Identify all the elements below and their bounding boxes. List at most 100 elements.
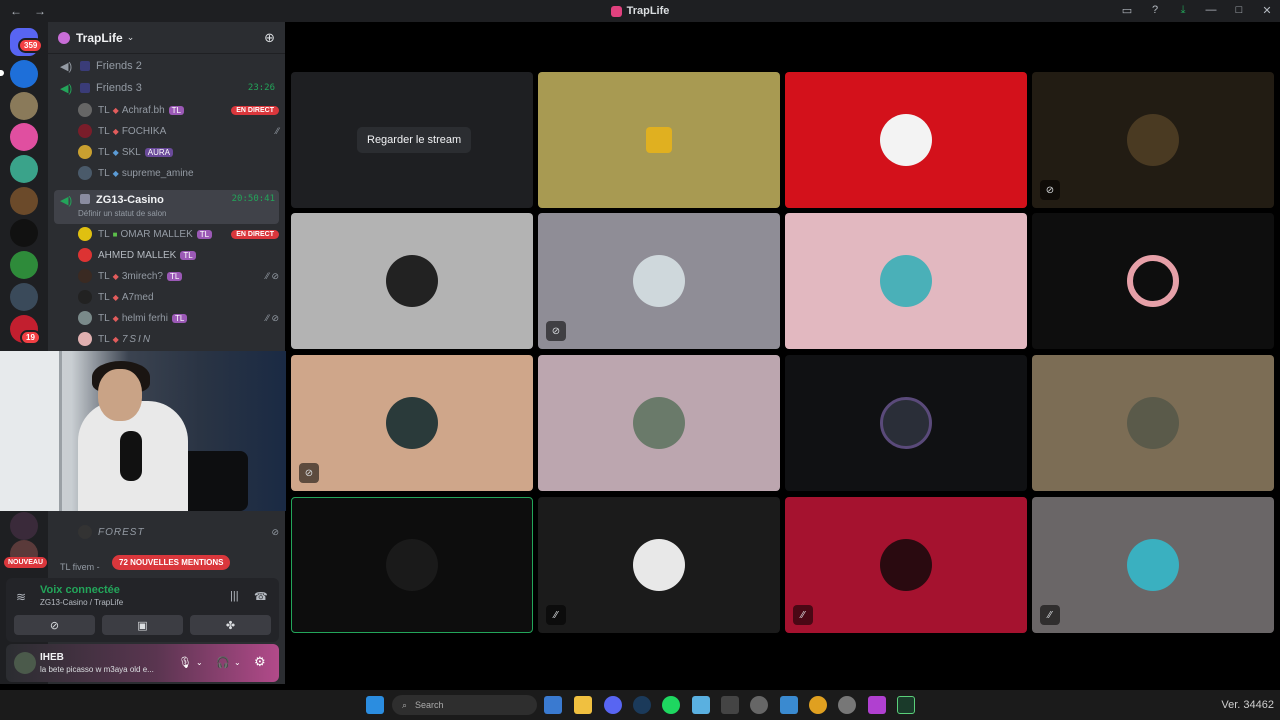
minimize-button[interactable]: —	[1204, 3, 1218, 17]
avatar[interactable]	[14, 652, 36, 674]
voice-user[interactable]: FOREST ⊘	[78, 522, 279, 542]
video-tile[interactable]	[1032, 213, 1274, 349]
voice-user[interactable]: TL ◆ 7SIN	[78, 329, 279, 349]
user-prefix: TL	[98, 228, 110, 240]
spotify-icon[interactable]	[662, 696, 680, 714]
voice-status[interactable]: Voix connectée	[40, 584, 120, 596]
store-icon[interactable]	[544, 696, 562, 714]
video-tile[interactable]	[785, 213, 1027, 349]
settings-icon[interactable]	[838, 696, 856, 714]
signal-icon[interactable]: ≋	[16, 590, 26, 604]
video-tile[interactable]	[538, 72, 780, 208]
chrome-icon[interactable]	[809, 696, 827, 714]
voice-user[interactable]: TL ◆ helmi ferhi TL ⁄⁄ ⊘	[78, 308, 279, 328]
video-tile[interactable]: ⊘	[1032, 72, 1274, 208]
server-icon[interactable]	[10, 92, 38, 120]
video-tile[interactable]	[538, 355, 780, 491]
noise-suppression-icon[interactable]: |||	[230, 590, 239, 602]
avatar	[880, 114, 932, 166]
channel-status[interactable]: Définir un statut de salon	[78, 209, 167, 218]
server-icon[interactable]	[10, 155, 38, 183]
voice-location[interactable]: ZG13-Casino / TrapLife	[40, 598, 123, 607]
server-icon[interactable]	[10, 187, 38, 215]
gaming-chair	[178, 451, 248, 511]
server-header[interactable]: TrapLife ⌄ ⊕	[48, 22, 285, 54]
server-icon[interactable]	[10, 60, 38, 88]
activities-button[interactable]: ✤	[190, 615, 271, 635]
video-tile[interactable]	[1032, 355, 1274, 491]
voice-user[interactable]: TL ◆ A7med	[78, 287, 279, 307]
avatar	[1127, 539, 1179, 591]
server-icon[interactable]	[10, 283, 38, 311]
download-icon[interactable]: ⤓	[1176, 3, 1190, 17]
voice-channel-friends-2[interactable]: ◀) Friends 2	[54, 55, 279, 77]
video-tile[interactable]	[785, 355, 1027, 491]
channel-fivem[interactable]: TL fivem -	[60, 562, 100, 572]
gear-icon[interactable]: ⚙	[254, 654, 266, 670]
user-name: AHMED MALLEK	[98, 249, 177, 261]
live-badge[interactable]: EN DIRECT	[231, 229, 279, 239]
share-screen-button[interactable]: ▣	[102, 615, 183, 635]
app-icon[interactable]	[721, 696, 739, 714]
mentions-pill[interactable]: 72 NOUVELLES MENTIONS	[112, 555, 231, 570]
taskbar-search[interactable]: ⌕ Search	[392, 695, 537, 715]
voice-user[interactable]: TL ◆ Achraf.bh TL EN DIRECT	[78, 100, 279, 120]
notepad-icon[interactable]	[692, 696, 710, 714]
maximize-button[interactable]: □	[1232, 3, 1246, 17]
discord-icon[interactable]	[604, 696, 622, 714]
video-tile[interactable]: ⁄⁄	[1032, 497, 1274, 633]
inbox-icon[interactable]: ▭	[1120, 3, 1134, 17]
voice-user[interactable]: TL ◆ 3mirech? TL ⁄⁄ ⊘	[78, 266, 279, 286]
server-icon[interactable]	[10, 251, 38, 279]
video-tile[interactable]: ⁄⁄	[785, 497, 1027, 633]
watch-stream-button[interactable]: Regarder le stream	[357, 127, 472, 153]
windows-start-icon[interactable]	[366, 696, 384, 714]
voice-channel-friends-3[interactable]: ◀) Friends 3 23:26	[54, 77, 279, 99]
speaker-icon: ◀)	[60, 83, 73, 95]
new-badge[interactable]: NOUVEAU	[4, 557, 48, 568]
user-name: helmi ferhi	[121, 312, 168, 324]
voice-channel-zg13-casino[interactable]: ◀) ZG13-Casino 20:50:41 Définir un statu…	[54, 190, 279, 224]
back-arrow-icon[interactable]: ←	[10, 4, 22, 18]
app-icon[interactable]	[868, 696, 886, 714]
voice-user[interactable]: TL ◆ FOCHIKA ⁄⁄	[78, 121, 279, 141]
close-button[interactable]: ✕	[1260, 3, 1274, 17]
window-title: TrapLife	[0, 5, 1280, 17]
voice-user[interactable]: AHMED MALLEK TL	[78, 245, 279, 265]
app-icon[interactable]	[897, 696, 915, 714]
voice-user[interactable]: TL ◆ SKL AURA	[78, 142, 279, 162]
headphones-icon[interactable]: 🎧	[216, 656, 230, 669]
disconnect-icon[interactable]: ☎	[254, 590, 268, 603]
user-status[interactable]: la bete picasso w m3aya old e...	[40, 665, 170, 674]
muted-icon: ⁄⁄	[546, 605, 566, 625]
voice-user[interactable]: TL ◆ supreme_amine	[78, 163, 279, 183]
folder-icon[interactable]	[574, 696, 592, 714]
app-icon[interactable]	[780, 696, 798, 714]
video-tile[interactable]: ⊘	[538, 213, 780, 349]
user-prefix: TL	[98, 146, 110, 158]
channel-timer: 23:26	[247, 83, 275, 93]
app-icon[interactable]	[750, 696, 768, 714]
server-icon[interactable]	[10, 123, 38, 151]
steam-icon[interactable]	[633, 696, 651, 714]
video-tile-speaking[interactable]	[291, 497, 533, 633]
help-icon[interactable]: ?	[1148, 3, 1162, 17]
video-tile[interactable]	[785, 72, 1027, 208]
add-member-icon[interactable]: ⊕	[264, 30, 275, 46]
chevron-down-icon[interactable]: ⌄	[234, 658, 241, 667]
server-icon[interactable]	[10, 219, 38, 247]
microphone-icon[interactable]: 🎙	[178, 656, 192, 669]
video-tile[interactable]: ⊘	[291, 355, 533, 491]
video-tile[interactable]: Regarder le stream	[291, 72, 533, 208]
video-tile[interactable]: ⁄⁄	[538, 497, 780, 633]
video-tile[interactable]	[291, 213, 533, 349]
live-badge[interactable]: EN DIRECT	[231, 105, 279, 115]
server-icon[interactable]	[10, 512, 38, 540]
user-name[interactable]: IHEB	[40, 652, 64, 663]
chevron-down-icon[interactable]: ⌄	[196, 658, 203, 667]
camera-off-button[interactable]: ⊘	[14, 615, 95, 635]
voice-user[interactable]: TL ■ OMAR MALLEK TL EN DIRECT	[78, 224, 279, 244]
microphone	[120, 431, 142, 481]
forward-arrow-icon[interactable]: →	[34, 4, 46, 18]
avatar	[78, 124, 92, 138]
